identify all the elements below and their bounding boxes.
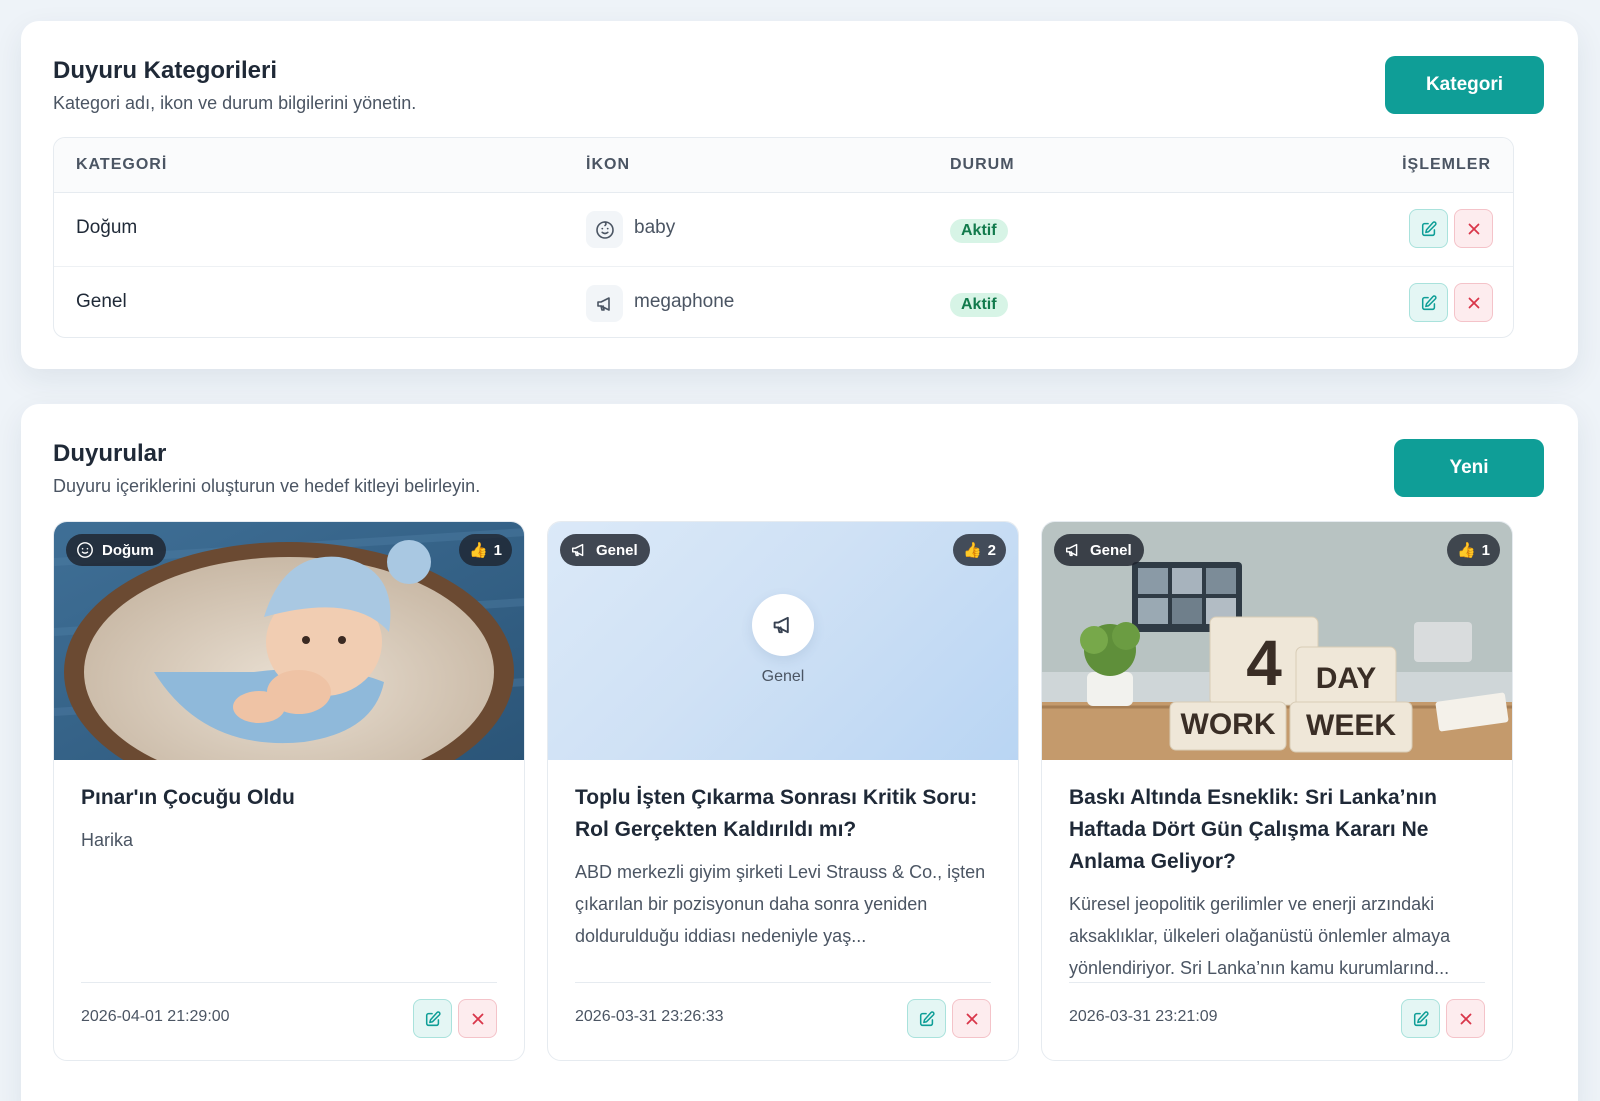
categories-table: KATEGORİ İKON DURUM İŞLEMLER Doğum baby … <box>53 137 1514 338</box>
delete-button[interactable] <box>1454 283 1493 322</box>
categories-title: Duyuru Kategorileri <box>53 57 278 84</box>
edit-icon <box>1413 1010 1429 1026</box>
card-date: 2026-04-01 21:29:00 <box>81 1008 230 1025</box>
photo-text-week: WEEK <box>1306 709 1396 742</box>
table-row: Genel megaphone Aktif <box>54 266 1513 337</box>
status-badge: Aktif <box>950 293 1008 317</box>
megaphone-icon <box>752 594 814 656</box>
new-announcement-button[interactable]: Yeni Duyuru <box>1394 439 1544 536</box>
card-title: Pınar'ın Çocuğu Oldu <box>81 786 295 809</box>
category-name: Genel <box>76 291 127 312</box>
edit-icon <box>919 1010 935 1026</box>
column-header-category: KATEGORİ <box>76 156 168 173</box>
add-category-button[interactable]: Kategori Ekle <box>1385 56 1544 153</box>
delete-button[interactable] <box>952 999 991 1038</box>
column-header-status: DURUM <box>950 156 1015 173</box>
photo-text-work: WORK <box>1181 708 1276 741</box>
edit-button[interactable] <box>1409 283 1448 322</box>
icon-name: baby <box>634 217 676 238</box>
likes-count: 1 <box>1481 541 1490 559</box>
category-chip: Doğum <box>66 534 166 566</box>
card-date: 2026-03-31 23:26:33 <box>575 1008 724 1025</box>
category-chip-label: Genel <box>1090 541 1132 559</box>
icon-name: megaphone <box>634 291 735 312</box>
status-badge: Aktif <box>950 219 1008 243</box>
card-description: Harika <box>81 830 134 850</box>
card-title: Toplu İşten Çıkarma Sonrası Kritik Soru:… <box>575 786 978 841</box>
delete-button[interactable] <box>1446 999 1485 1038</box>
edit-button[interactable] <box>1401 999 1440 1038</box>
announcements-panel: Duyurular Duyuru içeriklerini oluşturun … <box>21 404 1578 1101</box>
category-name: Doğum <box>76 217 138 238</box>
card-divider <box>575 982 991 983</box>
photo-text-4: 4 <box>1246 627 1282 699</box>
close-icon <box>1468 223 1479 234</box>
announcement-card[interactable]: 4 DAY WORK WEEK Genel 👍 1 Baskı Altında … <box>1041 521 1513 1061</box>
category-chip-label: Genel <box>596 541 638 559</box>
column-header-icon: İKON <box>586 156 630 173</box>
photo-text-day: DAY <box>1316 662 1377 695</box>
thumbs-up-icon: 👍 <box>962 542 982 559</box>
edit-icon <box>425 1010 441 1026</box>
category-chip: Genel <box>1054 534 1144 566</box>
likes-badge: 👍 1 <box>458 534 512 566</box>
thumbs-up-icon: 👍 <box>468 542 488 559</box>
table-header: KATEGORİ İKON DURUM İŞLEMLER <box>54 138 1513 193</box>
baby-icon <box>586 211 623 248</box>
categories-subtitle: Kategori adı, ikon ve durum bilgilerini … <box>53 93 417 113</box>
megaphone-icon <box>571 543 584 557</box>
edit-icon <box>1421 294 1437 310</box>
thumbs-up-icon: 👍 <box>1456 542 1476 559</box>
baby-icon <box>77 542 93 558</box>
announcement-card[interactable]: Genel Genel 👍 2 Toplu İşten Çıkarma Sonr… <box>547 521 1019 1061</box>
close-icon <box>472 1013 483 1024</box>
delete-button[interactable] <box>1454 209 1493 248</box>
edit-icon <box>1421 220 1437 236</box>
edit-button[interactable] <box>907 999 946 1038</box>
likes-count: 1 <box>493 541 502 559</box>
close-icon <box>1460 1013 1471 1024</box>
card-divider <box>81 982 497 983</box>
announcements-title: Duyurular <box>53 440 167 467</box>
delete-button[interactable] <box>458 999 497 1038</box>
categories-panel: Duyuru Kategorileri Kategori adı, ikon v… <box>21 21 1578 369</box>
card-divider <box>1069 982 1485 983</box>
category-chip: Genel <box>560 534 650 566</box>
edit-button[interactable] <box>413 999 452 1038</box>
megaphone-icon <box>1065 543 1078 557</box>
table-row: Doğum baby Aktif <box>54 193 1513 266</box>
placeholder-label: Genel <box>761 668 805 685</box>
card-date: 2026-03-31 23:21:09 <box>1069 1008 1218 1025</box>
card-description: ABD merkezli giyim şirketi Levi Strauss … <box>575 862 986 946</box>
likes-badge: 👍 2 <box>952 534 1006 566</box>
category-chip-label: Doğum <box>102 541 154 559</box>
announcements-subtitle: Duyuru içeriklerini oluşturun ve hedef k… <box>53 476 481 496</box>
likes-badge: 👍 1 <box>1446 534 1500 566</box>
card-title: Baskı Altında Esneklik: Sri Lanka’nın Ha… <box>1069 786 1438 873</box>
card-description: Küresel jeopolitik gerilimler ve enerji … <box>1069 894 1451 978</box>
edit-button[interactable] <box>1409 209 1448 248</box>
close-icon <box>966 1013 977 1024</box>
announcement-card[interactable]: Doğum 👍 1 Pınar'ın Çocuğu Oldu Harika 20… <box>53 521 525 1061</box>
close-icon <box>1468 297 1479 308</box>
likes-count: 2 <box>987 541 996 559</box>
megaphone-icon <box>586 285 623 322</box>
column-header-actions: İŞLEMLER <box>1402 156 1491 173</box>
